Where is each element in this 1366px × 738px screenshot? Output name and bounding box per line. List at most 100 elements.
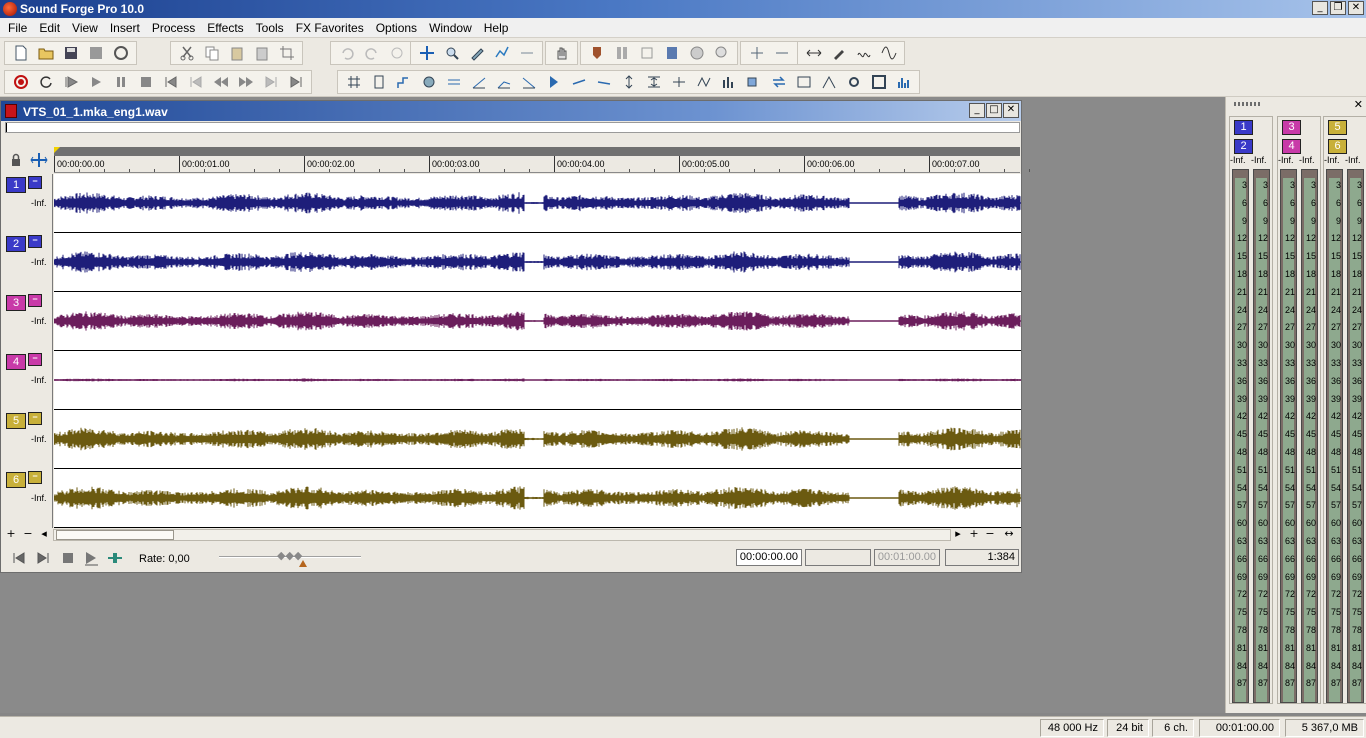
redo-button[interactable] bbox=[359, 42, 384, 64]
channel-number-badge[interactable]: 5 bbox=[6, 413, 26, 429]
dw-stop-button[interactable] bbox=[58, 549, 78, 567]
playhead-marker[interactable] bbox=[54, 147, 60, 153]
process-tool-8[interactable] bbox=[516, 71, 541, 93]
process-tool-17[interactable] bbox=[741, 71, 766, 93]
marker-button[interactable] bbox=[584, 42, 609, 64]
loop-button[interactable] bbox=[634, 42, 659, 64]
status-sample-rate[interactable]: 48 000 Hz bbox=[1040, 719, 1104, 737]
process-tool-15[interactable] bbox=[691, 71, 716, 93]
channel-minimize-icon[interactable]: − bbox=[28, 353, 42, 366]
menu-help[interactable]: Help bbox=[478, 18, 515, 38]
next-button[interactable] bbox=[258, 71, 283, 93]
sine-button[interactable] bbox=[876, 42, 901, 64]
zoom-in-vertical-button[interactable]: + bbox=[4, 528, 18, 542]
channel-number-badge[interactable]: 4 bbox=[6, 354, 26, 370]
undo-button[interactable] bbox=[334, 42, 359, 64]
process-tool-22[interactable] bbox=[866, 71, 891, 93]
menu-insert[interactable]: Insert bbox=[104, 18, 146, 38]
process-tool-3[interactable] bbox=[391, 71, 416, 93]
channel-waveform[interactable] bbox=[54, 233, 1021, 292]
process-tool-23[interactable] bbox=[891, 71, 916, 93]
selection-length-field[interactable]: 00:01:00.00 bbox=[874, 549, 940, 566]
zoom-ratio-field[interactable]: 1:384 bbox=[945, 549, 1019, 566]
status-channels[interactable]: 6 ch. bbox=[1152, 719, 1194, 737]
overview-bar[interactable] bbox=[5, 122, 1020, 133]
meters-panel-header[interactable]: ✕ bbox=[1226, 97, 1366, 113]
process-tool-11[interactable] bbox=[591, 71, 616, 93]
trim-button[interactable] bbox=[274, 42, 299, 64]
process-tool-1[interactable] bbox=[341, 71, 366, 93]
cd-track-button[interactable] bbox=[659, 42, 684, 64]
process-tool-6[interactable] bbox=[466, 71, 491, 93]
meter-channel-button[interactable]: 5 bbox=[1328, 120, 1347, 135]
menu-file[interactable]: File bbox=[2, 18, 33, 38]
lock-icon[interactable] bbox=[10, 153, 22, 167]
dw-play-button[interactable] bbox=[81, 549, 101, 567]
process-tool-21[interactable] bbox=[841, 71, 866, 93]
scroll-left-button[interactable]: ◂ bbox=[37, 528, 51, 542]
cut-button[interactable] bbox=[174, 42, 199, 64]
process-tool-5[interactable] bbox=[441, 71, 466, 93]
save-as-button[interactable] bbox=[83, 42, 108, 64]
process-tool-19[interactable] bbox=[791, 71, 816, 93]
scroll-right-button[interactable]: ▸ bbox=[951, 528, 965, 542]
open-file-button[interactable] bbox=[33, 42, 58, 64]
channel-minimize-icon[interactable]: − bbox=[28, 294, 42, 307]
menu-effects[interactable]: Effects bbox=[201, 18, 249, 38]
meter-channel-button[interactable]: 3 bbox=[1282, 120, 1301, 135]
mute-hand-button[interactable] bbox=[549, 42, 574, 64]
zoom-full-button[interactable]: ↔ bbox=[1002, 528, 1016, 542]
close-button[interactable]: ✕ bbox=[1348, 1, 1364, 15]
copy-button[interactable] bbox=[199, 42, 224, 64]
process-tool-12[interactable] bbox=[616, 71, 641, 93]
channel-minimize-icon[interactable]: − bbox=[28, 176, 42, 189]
rate-slider[interactable]: ◆◆◆ bbox=[219, 549, 361, 567]
go-to-start-button[interactable] bbox=[158, 71, 183, 93]
repeat-button[interactable] bbox=[384, 42, 409, 64]
process-tool-4[interactable] bbox=[416, 71, 441, 93]
stop-button[interactable] bbox=[133, 71, 158, 93]
paste-button[interactable] bbox=[224, 42, 249, 64]
channel-waveform[interactable] bbox=[54, 174, 1021, 233]
meter-channel-button[interactable]: 4 bbox=[1282, 139, 1301, 154]
region-button[interactable] bbox=[609, 42, 634, 64]
previous-button[interactable] bbox=[183, 71, 208, 93]
process-tool-14[interactable] bbox=[666, 71, 691, 93]
marker-bar[interactable] bbox=[54, 147, 1020, 156]
mix-button[interactable] bbox=[249, 42, 274, 64]
minimize-button[interactable]: _ bbox=[1312, 1, 1328, 15]
cd-index-button[interactable] bbox=[684, 42, 709, 64]
menu-view[interactable]: View bbox=[66, 18, 104, 38]
process-tool-10[interactable] bbox=[566, 71, 591, 93]
render-button[interactable] bbox=[108, 42, 133, 64]
channel-minimize-icon[interactable]: − bbox=[28, 471, 42, 484]
channel-number-badge[interactable]: 3 bbox=[6, 295, 26, 311]
cursor-position-field[interactable]: 00:00:00.00 bbox=[736, 549, 802, 566]
menu-edit[interactable]: Edit bbox=[33, 18, 66, 38]
data-window-maximize-button[interactable]: □ bbox=[986, 103, 1002, 118]
process-tool-2[interactable] bbox=[366, 71, 391, 93]
channel-minimize-icon[interactable]: − bbox=[28, 235, 42, 248]
dw-scrub-button[interactable] bbox=[105, 549, 125, 567]
zoom-out-vertical-button[interactable]: − bbox=[21, 528, 35, 542]
process-tool-9[interactable] bbox=[541, 71, 566, 93]
data-window-close-button[interactable]: ✕ bbox=[1003, 103, 1019, 118]
scroll-thumb[interactable] bbox=[56, 530, 174, 540]
restore-button[interactable]: ❐ bbox=[1330, 1, 1346, 15]
data-window-title-bar[interactable]: VTS_01_1.mka_eng1.wav _ □ ✕ bbox=[1, 101, 1021, 121]
channel-waveform[interactable] bbox=[54, 351, 1021, 410]
time-ruler[interactable]: 00:00:00.00 00:00:01.00 00:00:02.00 00:00:0… bbox=[54, 156, 1030, 173]
scroll-track[interactable] bbox=[53, 529, 951, 541]
go-to-end-button[interactable] bbox=[283, 71, 308, 93]
meters-close-icon[interactable]: ✕ bbox=[1354, 98, 1363, 111]
channel-waveform[interactable] bbox=[54, 292, 1021, 351]
data-window-minimize-button[interactable]: _ bbox=[969, 103, 985, 118]
snap-icon[interactable] bbox=[30, 152, 48, 168]
spectrum-button[interactable] bbox=[851, 42, 876, 64]
dw-go-to-start-button[interactable] bbox=[9, 549, 29, 567]
process-tool-7[interactable] bbox=[491, 71, 516, 93]
record-button[interactable] bbox=[8, 71, 33, 93]
menu-window[interactable]: Window bbox=[423, 18, 478, 38]
panel-grip[interactable] bbox=[1234, 102, 1262, 106]
forward-button[interactable] bbox=[233, 71, 258, 93]
